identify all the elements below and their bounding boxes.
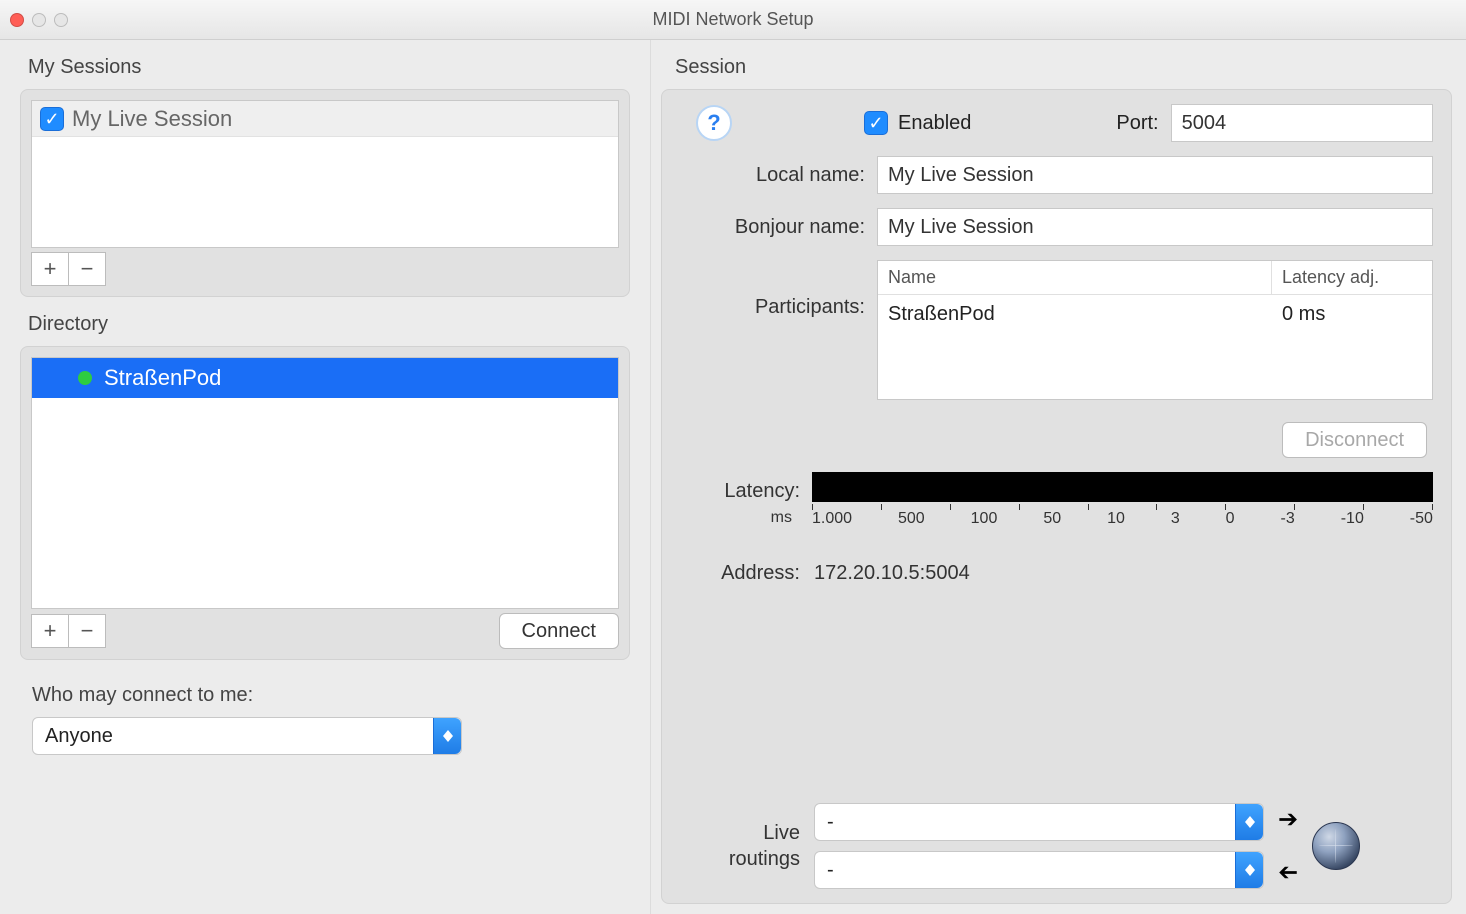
participants-column-name: Name (878, 261, 1272, 294)
arrow-left-icon: ➔ (1278, 858, 1298, 887)
participant-latency: 0 ms (1272, 295, 1432, 334)
participants-label: Participants: (680, 260, 865, 319)
session-enabled-checkbox-right[interactable]: ✓ (864, 111, 888, 135)
window-title: MIDI Network Setup (652, 9, 813, 30)
latency-tick: -50 (1410, 510, 1433, 528)
network-globe-icon (1312, 822, 1360, 870)
directory-row-label: StraßenPod (104, 365, 221, 391)
who-may-connect-label: Who may connect to me: (32, 684, 618, 707)
bonjour-name-label: Bonjour name: (680, 216, 865, 239)
session-row-label: My Live Session (72, 106, 232, 132)
session-enabled-label: Enabled (898, 112, 971, 135)
window-close-button[interactable] (10, 13, 24, 27)
status-online-icon (78, 371, 92, 385)
live-routing-in-popup[interactable]: - (814, 851, 1264, 889)
participant-name: StraßenPod (878, 295, 1272, 334)
remove-directory-entry-button[interactable]: − (68, 614, 106, 648)
add-directory-entry-button[interactable]: + (31, 614, 69, 648)
bonjour-name-input[interactable] (877, 208, 1433, 246)
latency-tick: 3 (1171, 510, 1180, 528)
sessions-list[interactable]: ✓ My Live Session (31, 100, 619, 248)
latency-tick: 10 (1107, 510, 1125, 528)
latency-tick: 1.000 (812, 510, 852, 528)
who-may-connect-value: Anyone (33, 725, 125, 748)
participants-column-latency: Latency adj. (1272, 261, 1432, 294)
participants-table[interactable]: Name Latency adj. StraßenPod 0 ms (877, 260, 1433, 400)
latency-label: Latency: (680, 480, 800, 503)
help-button[interactable]: ? (696, 105, 732, 141)
address-value: 172.20.10.5:5004 (800, 562, 970, 585)
participant-row[interactable]: StraßenPod 0 ms (878, 295, 1432, 334)
chevron-up-down-icon (1235, 852, 1263, 888)
directory-panel: StraßenPod + − Connect (20, 346, 630, 660)
address-label: Address: (680, 562, 800, 585)
chevron-up-down-icon (1235, 804, 1263, 840)
session-enabled-checkbox[interactable]: ✓ (40, 107, 64, 131)
my-sessions-title: My Sessions (10, 50, 640, 89)
latency-tick: 100 (971, 510, 998, 528)
latency-tick: 0 (1226, 510, 1235, 528)
directory-title: Directory (10, 307, 640, 346)
remove-session-button[interactable]: − (68, 252, 106, 286)
who-may-connect-popup[interactable]: Anyone (32, 717, 462, 755)
latency-ms-label: ms (680, 509, 800, 527)
live-routings-label: Live routings (680, 820, 800, 872)
arrow-right-icon: ➔ (1278, 805, 1298, 834)
titlebar: MIDI Network Setup (0, 0, 1466, 40)
disconnect-button[interactable]: Disconnect (1282, 422, 1427, 458)
session-row[interactable]: ✓ My Live Session (32, 101, 618, 137)
latency-tick: 500 (898, 510, 925, 528)
port-input[interactable] (1171, 104, 1433, 142)
latency-ticks: 1.000 500 100 50 10 3 0 -3 -10 -50 (812, 508, 1433, 528)
live-routing-out-value: - (815, 811, 846, 834)
live-routing-in-value: - (815, 859, 846, 882)
latency-tick: -10 (1341, 510, 1364, 528)
latency-tick: -3 (1281, 510, 1295, 528)
local-name-input[interactable] (877, 156, 1433, 194)
chevron-up-down-icon (433, 718, 461, 754)
port-label: Port: (1116, 112, 1158, 135)
window-zoom-button[interactable] (54, 13, 68, 27)
live-routing-out-popup[interactable]: - (814, 803, 1264, 841)
session-title: Session (651, 50, 1452, 89)
window-minimize-button[interactable] (32, 13, 46, 27)
add-session-button[interactable]: + (31, 252, 69, 286)
local-name-label: Local name: (680, 164, 865, 187)
connect-button[interactable]: Connect (499, 613, 620, 649)
directory-list[interactable]: StraßenPod (31, 357, 619, 609)
latency-graph (812, 472, 1433, 502)
latency-tick: 50 (1043, 510, 1061, 528)
directory-row[interactable]: StraßenPod (32, 358, 618, 398)
my-sessions-panel: ✓ My Live Session + − (20, 89, 630, 297)
